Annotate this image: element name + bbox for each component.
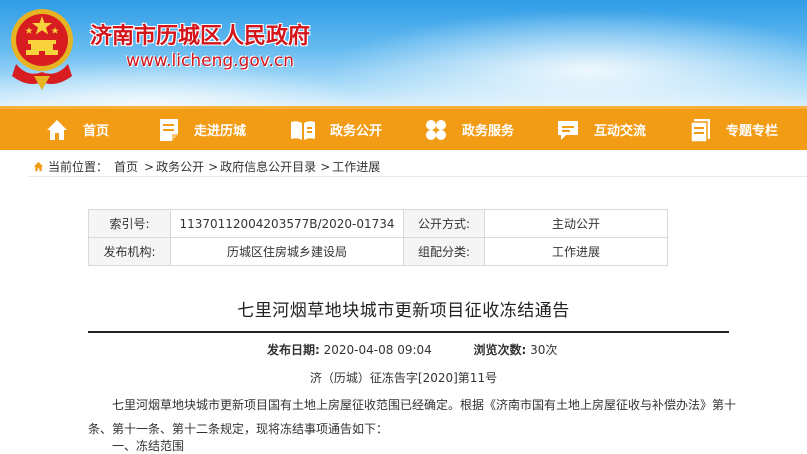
nav-item-topics[interactable]: 专题专栏 [690,109,778,150]
title-divider [88,331,729,333]
nav-label: 政务服务 [462,124,515,139]
chat-icon [558,120,578,140]
index-value: 11370112004203577B/2020-01734 [170,209,404,238]
method-value: 主动公开 [484,209,668,238]
nav-label: 互动交流 [594,124,647,139]
nav-label: 专题专栏 [726,124,779,139]
breadcrumb-divider [28,176,807,177]
document-info-table: 索引号: 11370112004203577B/2020-01734 公开方式:… [88,209,668,266]
home-icon [47,119,67,140]
breadcrumb-separator: > [320,159,331,174]
book-icon [291,120,315,140]
national-emblem-icon [11,9,73,90]
date-value: 2020-04-08 09:04 [323,343,432,357]
nav-item-public-affairs[interactable]: 政务公开 [290,109,382,150]
article-paragraph: 七里河烟草地块城市更新项目国有土地上房屋征收范围已经确定。根据《济南市国有土地上… [88,393,748,441]
method-label: 公开方式: [403,209,485,238]
table-row: 索引号: 11370112004203577B/2020-01734 公开方式:… [88,209,668,238]
index-label: 索引号: [88,209,171,238]
views-value: 30次 [530,343,558,357]
nav-item-services[interactable]: 政务服务 [424,109,514,150]
document-number: 济（历城）征冻告字[2020]第11号 [309,371,498,385]
notebook-icon [690,118,710,142]
date-label: 发布日期: [267,343,320,357]
article-title: 七里河烟草地块城市更新项目征收冻结通告 [237,301,570,321]
nav-label: 首页 [83,124,110,139]
org-value: 历城区住房城乡建设局 [170,237,404,266]
home-icon [33,161,44,172]
breadcrumb-separator: > [144,159,155,174]
nav-label: 走进历城 [194,124,247,139]
category-value: 工作进展 [484,237,668,266]
site-header: 济南市历城区人民政府 www.licheng.gov.cn [0,0,807,106]
breadcrumb-prefix: 当前位置： [48,160,109,174]
breadcrumb-link-progress[interactable]: 工作进展 [332,158,380,175]
document-icon [160,118,178,141]
paragraph-text: 七里河烟草地块城市更新项目国有土地上房屋征收范围已经确定。根据《济南市国有土地上… [88,398,737,436]
org-label: 发布机构: [88,237,171,266]
breadcrumb-link-home[interactable]: 首页 [114,158,138,175]
category-label: 组配分类: [403,237,485,266]
flower-grid-icon [426,119,446,140]
breadcrumb-link-public-affairs[interactable]: 政务公开 [156,158,204,175]
views-label: 浏览次数: [473,343,527,357]
nav-item-about[interactable]: 走进历城 [158,109,246,150]
article-meta: 发布日期: 2020-04-08 09:04 浏览次数: 30次 [267,341,557,358]
header-cloud-decoration [330,10,807,106]
nav-item-interaction[interactable]: 互动交流 [556,109,646,150]
table-row: 发布机构: 历城区住房城乡建设局 组配分类: 工作进展 [88,237,668,266]
main-nav: 首页 走进历城 政务公开 政务服务 互动交流 专题专栏 [0,106,807,150]
site-title[interactable]: 济南市历城区人民政府 [90,18,310,50]
breadcrumb-link-catalog[interactable]: 政府信息公开目录 [220,158,316,175]
breadcrumb-separator: > [208,159,219,174]
breadcrumb: 当前位置： 首页 > 政务公开 > 政府信息公开目录 > 工作进展 [33,158,380,175]
nav-item-home[interactable]: 首页 [45,109,109,150]
site-url[interactable]: www.licheng.gov.cn [126,51,294,71]
nav-label: 政务公开 [330,124,383,139]
